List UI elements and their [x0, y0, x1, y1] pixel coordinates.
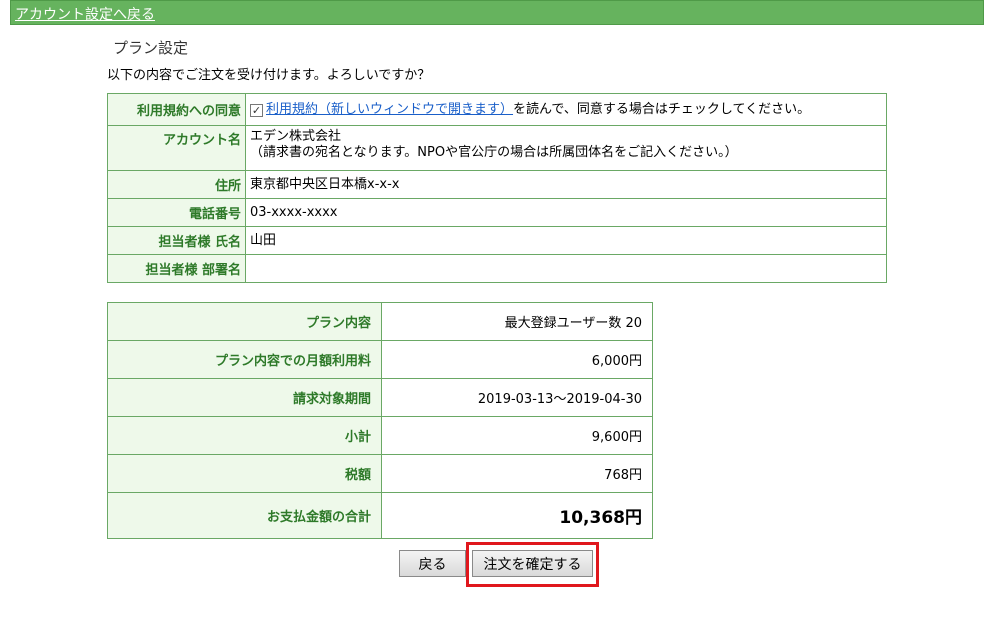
- monthly-fee-value: 6,000円: [381, 340, 653, 379]
- department-value: [245, 254, 887, 283]
- total-value: 10,368円: [381, 492, 653, 539]
- agree-checkbox[interactable]: ✓: [250, 103, 263, 117]
- department-label: 担当者様 部署名: [107, 254, 246, 283]
- table-row: プラン内容での月額利用料 6,000円: [107, 340, 653, 379]
- intro-text: 以下の内容でご注文を受け付けます。よろしいですか？: [107, 68, 431, 83]
- agree-text: を読んで、同意する場合はチェックしてください。: [513, 101, 811, 117]
- table-row: お支払金額の合計 10,368円: [107, 492, 653, 539]
- contact-name-value: 山田: [245, 226, 887, 255]
- order-info-table: 利用規約への同意 ✓ 利用規約（新しいウィンドウで開きます）を読んで、同意する場合…: [107, 93, 887, 283]
- address-label: 住所: [107, 170, 246, 199]
- table-row: 住所 東京都中央区日本橋x-x-x: [107, 170, 887, 199]
- terms-link[interactable]: 利用規約（新しいウィンドウで開きます）: [266, 102, 513, 117]
- table-row: 小計 9,600円: [107, 416, 653, 455]
- page-title: プラン設定: [113, 39, 189, 57]
- table-row: アカウント名 エデン株式会社 （請求書の宛名となります。NPOや官公庁の場合は所…: [107, 125, 887, 171]
- subtotal-value: 9,600円: [381, 416, 653, 455]
- top-nav-bar: アカウント設定へ戻る: [10, 0, 984, 25]
- account-note: （請求書の宛名となります。NPOや官公庁の場合は所属団体名をご記入ください。）: [250, 145, 738, 160]
- table-row: プラン内容 最大登録ユーザー数 20: [107, 302, 653, 341]
- tax-value: 768円: [381, 454, 653, 493]
- account-value: エデン株式会社: [250, 129, 342, 144]
- table-row: 電話番号 03-xxxx-xxxx: [107, 198, 887, 227]
- phone-value: 03-xxxx-xxxx: [245, 198, 887, 227]
- total-label: お支払金額の合計: [107, 492, 382, 539]
- agree-cell: ✓ 利用規約（新しいウィンドウで開きます）を読んで、同意する場合はチェックしてくだ…: [245, 93, 887, 126]
- monthly-fee-label: プラン内容での月額利用料: [107, 340, 382, 379]
- table-row: 担当者様 部署名: [107, 254, 887, 283]
- confirm-order-button[interactable]: 注文を確定する: [472, 550, 593, 577]
- subtotal-label: 小計: [107, 416, 382, 455]
- account-label: アカウント名: [107, 125, 246, 171]
- plan-content-label: プラン内容: [107, 302, 382, 341]
- table-row: 税額 768円: [107, 454, 653, 493]
- agree-label: 利用規約への同意: [107, 93, 246, 126]
- plan-content-value: 最大登録ユーザー数 20: [381, 302, 653, 341]
- table-row: 利用規約への同意 ✓ 利用規約（新しいウィンドウで開きます）を読んで、同意する場合…: [107, 93, 887, 126]
- billing-period-value: 2019-03-13～2019-04-30: [381, 378, 653, 417]
- table-row: 請求対象期間 2019-03-13～2019-04-30: [107, 378, 653, 417]
- table-row: 担当者様 氏名 山田: [107, 226, 887, 255]
- phone-label: 電話番号: [107, 198, 246, 227]
- back-button[interactable]: 戻る: [399, 550, 466, 577]
- back-to-account-link[interactable]: アカウント設定へ戻る: [15, 4, 155, 24]
- billing-period-label: 請求対象期間: [107, 378, 382, 417]
- plan-summary-table: プラン内容 最大登録ユーザー数 20 プラン内容での月額利用料 6,000円 請…: [107, 302, 653, 539]
- address-value: 東京都中央区日本橋x-x-x: [245, 170, 887, 199]
- contact-name-label: 担当者様 氏名: [107, 226, 246, 255]
- tax-label: 税額: [107, 454, 382, 493]
- account-cell: エデン株式会社 （請求書の宛名となります。NPOや官公庁の場合は所属団体名をご記…: [245, 125, 887, 171]
